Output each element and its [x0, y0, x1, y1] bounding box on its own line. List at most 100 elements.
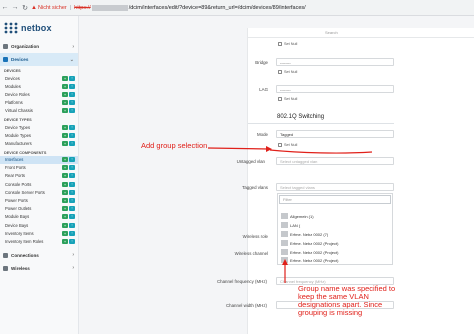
untagged-vlan-select[interactable]: Select untagged vlan — [276, 157, 394, 165]
bridge-select[interactable]: -------- — [276, 58, 394, 66]
sidebar-item-label: Console Server Ports — [5, 189, 45, 195]
option-label: Erfme. Nebz 0002 (Project) — [290, 240, 339, 246]
import-icon[interactable]: ↑ — [69, 173, 75, 179]
set-null-checkbox[interactable]: Set Null — [278, 42, 297, 46]
mode-set-null-checkbox[interactable]: Set Null — [278, 143, 297, 147]
add-icon[interactable]: + — [62, 157, 68, 163]
menu-organization[interactable]: Organization › — [0, 40, 78, 53]
search-input[interactable]: Search — [247, 28, 474, 38]
lag-select[interactable]: -------- — [276, 85, 394, 93]
import-icon[interactable]: ↑ — [69, 214, 75, 220]
sidebar-item-module-types[interactable]: Module Types + ↑ — [0, 131, 78, 139]
back-icon[interactable]: ← — [0, 4, 10, 11]
sidebar-item-power-ports[interactable]: Power Ports + ↑ — [0, 196, 78, 204]
bridge-set-null-checkbox[interactable]: Set Null — [278, 70, 297, 74]
channel-frequency-label: Channel frequency (MHz) — [216, 279, 267, 284]
import-icon[interactable]: ↑ — [69, 75, 75, 81]
menu-connections-label: Connections — [11, 252, 39, 258]
option-label: Erfme. Nebz 0002 (Project) — [290, 257, 339, 263]
sidebar-item-rear-ports[interactable]: Rear Ports + ↑ — [0, 172, 78, 180]
dropdown-option[interactable]: LAN ( — [279, 221, 391, 229]
menu-connections[interactable]: Connections › — [0, 249, 78, 262]
dropdown-option[interactable]: Erfme. Nebz 0002 (7) — [279, 230, 391, 238]
option-label: Erfme. Nebz 0002 (Project) — [290, 249, 339, 255]
forward-icon[interactable]: → — [10, 4, 20, 11]
sidebar-item-inventory-items[interactable]: Inventory Items + ↑ — [0, 229, 78, 237]
dropdown-option[interactable]: Erfme. Nebz 0002 (Project) — [279, 248, 391, 256]
add-icon[interactable]: + — [62, 83, 68, 89]
import-icon[interactable]: ↑ — [69, 230, 75, 236]
security-warning[interactable]: Nicht sicher — [38, 5, 67, 11]
import-icon[interactable]: ↑ — [69, 83, 75, 89]
add-icon[interactable]: + — [62, 108, 68, 114]
add-icon[interactable]: + — [62, 91, 68, 97]
sidebar-item-console-ports[interactable]: Console Ports + ↑ — [0, 180, 78, 188]
sidebar-item-devices[interactable]: Devices + ↑ — [0, 74, 78, 82]
import-icon[interactable]: ↑ — [69, 100, 75, 106]
import-icon[interactable]: ↑ — [69, 132, 75, 138]
sidebar-item-manufacturers[interactable]: Manufacturers + ↑ — [0, 139, 78, 147]
dropdown-option[interactable]: Erfme. Nebz 0002 (Project) — [279, 256, 391, 264]
tagged-vlans-select[interactable]: Select tagged vlans — [276, 183, 394, 191]
add-icon[interactable]: + — [62, 124, 68, 130]
logo[interactable]: netbox — [0, 16, 78, 40]
import-icon[interactable]: ↑ — [69, 108, 75, 114]
add-icon[interactable]: + — [62, 165, 68, 171]
checkbox-icon — [278, 143, 282, 147]
import-icon[interactable]: ↑ — [69, 181, 75, 187]
add-icon[interactable]: + — [62, 140, 68, 146]
sidebar-item-modules[interactable]: Modules + ↑ — [0, 82, 78, 90]
sidebar-item-device-bays[interactable]: Device Bays + ↑ — [0, 221, 78, 229]
sidebar-item-platforms[interactable]: Platforms + ↑ — [0, 99, 78, 107]
reload-icon[interactable]: ↻ — [20, 4, 30, 12]
sidebar-item-device-types[interactable]: Device Types + ↑ — [0, 123, 78, 131]
warning-icon[interactable]: ▲ — [30, 5, 38, 11]
sidebar-item-label: Virtual Chassis — [5, 108, 33, 114]
add-icon[interactable]: + — [62, 75, 68, 81]
add-icon[interactable]: + — [62, 198, 68, 204]
import-icon[interactable]: ↑ — [69, 189, 75, 195]
option-label: Allgemein (1) — [290, 213, 314, 219]
add-icon[interactable]: + — [62, 173, 68, 179]
sidebar-item-power-outlets[interactable]: Power Outlets + ↑ — [0, 205, 78, 213]
sidebar-item-label: Front Ports — [5, 165, 26, 171]
add-icon[interactable]: + — [62, 206, 68, 212]
add-icon[interactable]: + — [62, 230, 68, 236]
checkbox-icon — [278, 70, 282, 74]
sidebar-item-label: Interfaces — [5, 157, 24, 163]
menu-wireless[interactable]: Wireless › — [0, 262, 78, 275]
add-icon[interactable]: + — [62, 181, 68, 187]
redacted-block — [281, 231, 288, 237]
dropdown-filter-input[interactable]: Filter — [279, 195, 391, 204]
section-devices: DEVICES — [4, 69, 21, 73]
address-bar[interactable]: https:// /dcim/interfaces/edit/?device=8… — [74, 4, 306, 11]
sidebar-item-device-roles[interactable]: Device Roles + ↑ — [0, 90, 78, 98]
lag-set-null-checkbox[interactable]: Set Null — [278, 97, 297, 101]
add-icon[interactable]: + — [62, 189, 68, 195]
sidebar-item-front-ports[interactable]: Front Ports + ↑ — [0, 164, 78, 172]
import-icon[interactable]: ↑ — [69, 165, 75, 171]
add-icon[interactable]: + — [62, 238, 68, 244]
import-icon[interactable]: ↑ — [69, 157, 75, 163]
add-icon[interactable]: + — [62, 132, 68, 138]
sidebar-item-inventory-item-roles[interactable]: Inventory Item Roles + ↑ — [0, 237, 78, 245]
menu-devices[interactable]: Devices ⌄ — [0, 53, 78, 66]
mode-select[interactable]: Tagged — [276, 130, 394, 138]
import-icon[interactable]: ↑ — [69, 238, 75, 244]
sidebar-item-interfaces[interactable]: Interfaces + ↑ — [0, 155, 78, 164]
import-icon[interactable]: ↑ — [69, 198, 75, 204]
add-icon[interactable]: + — [62, 222, 68, 228]
sidebar-item-module-bays[interactable]: Module Bays + ↑ — [0, 213, 78, 221]
add-icon[interactable]: + — [62, 100, 68, 106]
option-label: LAN ( — [290, 222, 301, 228]
sidebar-item-virtual-chassis[interactable]: Virtual Chassis + ↑ — [0, 107, 78, 115]
import-icon[interactable]: ↑ — [69, 222, 75, 228]
import-icon[interactable]: ↑ — [69, 140, 75, 146]
import-icon[interactable]: ↑ — [69, 124, 75, 130]
import-icon[interactable]: ↑ — [69, 206, 75, 212]
dropdown-option[interactable]: Allgemein (1) — [279, 212, 391, 220]
add-icon[interactable]: + — [62, 214, 68, 220]
import-icon[interactable]: ↑ — [69, 91, 75, 97]
sidebar-item-console-server-ports[interactable]: Console Server Ports + ↑ — [0, 188, 78, 196]
dropdown-option[interactable]: Erfme. Nebz 0002 (Project) — [279, 239, 391, 247]
